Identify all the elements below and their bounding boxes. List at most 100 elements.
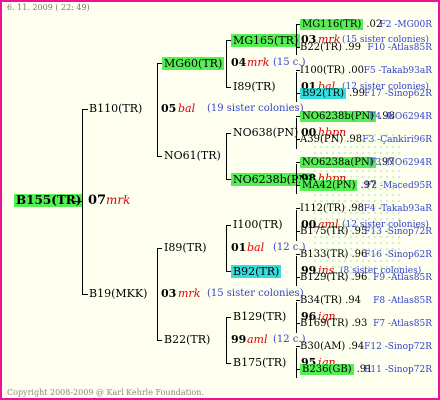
connector [296,118,297,149]
leaf-queen[interactable]: B169(TR) [300,318,348,329]
mg60-queen[interactable]: MG60(TR) [162,57,225,70]
connector [226,87,231,88]
leaf-score: .00 [348,65,364,76]
leaf-reference: F4 -NO6294R [369,112,432,122]
leaf-queen[interactable]: B92(TR) [300,88,347,99]
connector [226,225,227,271]
leaf-reference: F13 -Sinop72R [364,227,432,237]
leaf-score: .99 [349,88,365,99]
leaf-row: B175(TR) .95 [300,225,367,238]
connector [296,348,297,378]
connector [82,109,83,295]
leaf-queen[interactable]: B129(TR) [300,272,348,283]
leaf-score: .98 [348,203,364,214]
b129-queen[interactable]: B129(TR) [233,310,286,323]
connector [226,133,231,134]
no61-queen[interactable]: NO61(TR) [164,149,221,162]
leaf-queen[interactable]: I100(TR) [300,65,345,76]
mother-code: bal [178,102,196,115]
leaf-score: .96 [351,272,368,283]
b22-code: aml [247,333,268,346]
mg165-queen[interactable]: MG165(TR) [231,34,301,47]
leaf-row: B133(TR) .96 [300,248,367,261]
b175-queen[interactable]: B175(TR) [233,356,286,369]
father-sisters: (15 sister colonies) [207,288,304,299]
leaf-reference: F16 -Sinop62R [364,250,432,260]
b22-queen[interactable]: B22(TR) [164,333,210,346]
leaf-row: B92(TR) .99 [300,87,365,100]
connector [226,133,227,179]
leaf-queen[interactable]: B34(TR) [300,295,342,306]
mother-year: 05 [161,102,177,115]
leaf-row: I112(TR) .98 [300,202,364,215]
b92-queen[interactable]: B92(TR) [231,265,282,278]
i89-year: 01 [231,241,247,254]
i89-code: bal [247,241,265,254]
leaf-row: B30(AM) .94 [300,340,364,353]
leaf-reference: F10 -Atlas85R [367,43,432,53]
leaf-row: B22(TR) .99 [300,41,361,54]
connector [296,24,297,55]
father-year: 03 [161,287,177,300]
connector [226,317,231,318]
connector [157,248,158,340]
connector [296,210,297,241]
leaf-queen[interactable]: NO6238b(PN) [300,111,377,122]
leaf-score: .93 [351,318,368,329]
connector [296,72,297,102]
connector [74,201,82,202]
leaf-queen[interactable]: B22(TR) [300,42,342,53]
leaf-reference: F2 -MG00R [379,20,432,30]
i89-queen[interactable]: I89(TR) [164,241,207,254]
leaf-reference: F11 -Sinop72R [364,365,432,375]
leaf-queen[interactable]: B133(TR) [300,249,348,260]
connector [296,256,297,286]
leaf-row: A39(PN) .98 [300,133,362,146]
leaf-queen[interactable]: NO6238a(PN) [300,157,376,168]
leaf-queen[interactable]: A39(PN) [300,134,343,145]
connector [82,109,88,110]
report-date: 6. 11. 2009 ( 22: 49) [7,3,90,12]
leaf-queen[interactable]: I112(TR) [300,203,345,214]
connector [157,63,158,156]
copyright: Copyright 2008-2009 @ Karl Kehrle Founda… [7,388,204,397]
leaf-score: .99 [345,42,361,53]
no638-queen[interactable]: NO638(PN) [233,126,298,139]
connector [226,225,231,226]
connector [82,294,88,295]
leaf-reference: F5 -Takab93aR [363,66,432,76]
leaf-reference: F12 -Sinop72R [364,342,432,352]
mother-sisters: (19 sister colonies) [207,103,304,114]
connector [226,363,231,364]
leaf-reference: F8 -Atlas85R [373,296,432,306]
connector [226,40,227,87]
leaf-row: B34(TR) .94 [300,294,361,307]
leaf-row: I100(TR) .00 [300,64,364,77]
connector [157,248,162,249]
connector [226,317,227,363]
mother-queen[interactable]: B110(TR) [89,102,142,115]
mg60-code: mrk [247,56,270,69]
i89b-queen[interactable]: I89(TR) [233,80,276,93]
father-queen[interactable]: B19(MKK) [89,287,147,300]
connector [157,340,162,341]
leaf-queen[interactable]: MG116(TR) [300,19,364,30]
connector [296,164,297,194]
leaf-row: B129(TR) .96 [300,271,367,284]
leaf-reference: F17 -Sinop62R [364,89,432,99]
connector [157,156,162,157]
leaf-queen[interactable]: MA42(PN) [300,180,358,191]
gen1-code: mrk [106,193,131,207]
leaf-reference: F3 -NO6294R [369,158,432,168]
leaf-reference: F3 -Çankiri96R [362,135,432,145]
connector [296,302,297,333]
leaf-queen[interactable]: B30(AM) [300,341,345,352]
i100-queen[interactable]: I100(TR) [233,218,283,231]
leaf-score: .94 [348,341,365,352]
leaf-row: B169(TR) .93 [300,317,367,330]
b22-year: 99 [231,333,247,346]
leaf-queen[interactable]: B236(GB) [300,364,354,375]
leaf-row: B236(GB) .91 [300,363,372,376]
father-code: mrk [178,287,201,300]
leaf-queen[interactable]: B175(TR) [300,226,348,237]
